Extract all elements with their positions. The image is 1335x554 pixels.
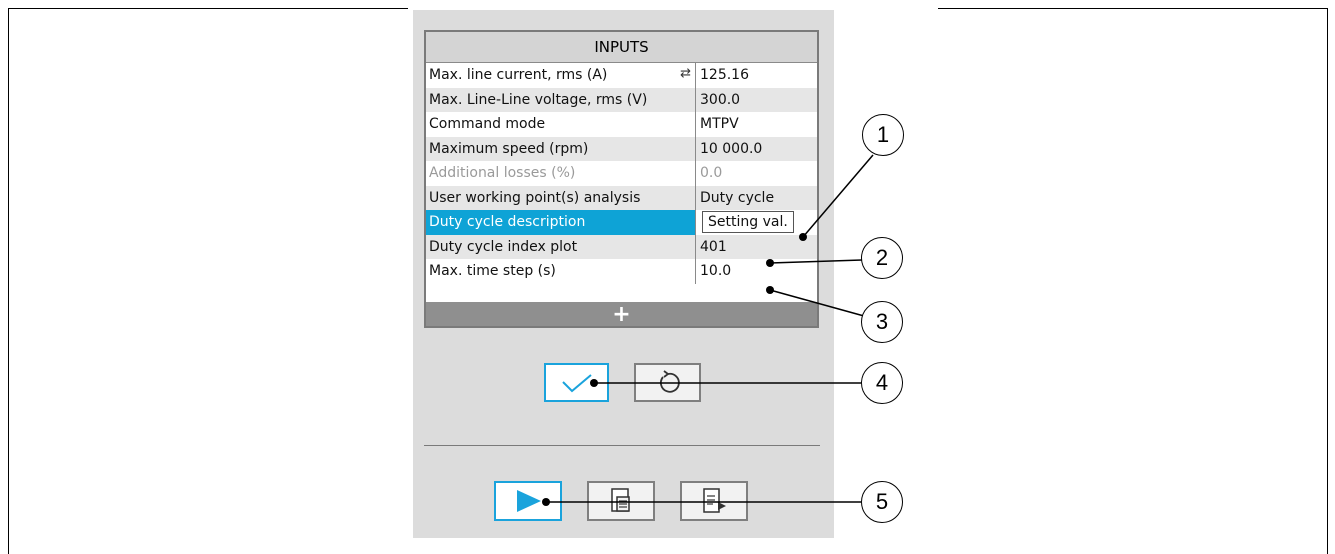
export-button[interactable]: [680, 481, 748, 521]
setting-values-button[interactable]: Setting val.: [702, 211, 794, 234]
row-value: 0.0: [700, 165, 723, 182]
callout-3: 3: [861, 301, 903, 343]
frame-right: [1327, 8, 1328, 554]
row-value[interactable]: MTPV: [696, 112, 817, 137]
validate-button[interactable]: [544, 363, 609, 402]
inputs-header: INPUTS: [426, 32, 817, 63]
play-icon: [517, 490, 541, 512]
row-label: Duty cycle index plot: [426, 234, 696, 259]
row-max-voltage[interactable]: Max. Line-Line voltage, rms (V) 300.0: [426, 87, 817, 113]
row-max-speed[interactable]: Maximum speed (rpm) 10 000.0: [426, 136, 817, 162]
row-label: Duty cycle description: [426, 210, 696, 235]
add-row-button[interactable]: +: [426, 302, 817, 327]
row-additional-losses: Additional losses (%) 0.0: [426, 161, 817, 186]
callout-5: 5: [861, 481, 903, 523]
row-working-point-analysis[interactable]: User working point(s) analysis Duty cycl…: [426, 185, 817, 211]
row-max-line-current[interactable]: Max. line current, rms (A) ⇄ 125.16: [426, 63, 817, 88]
inputs-table: INPUTS Max. line current, rms (A) ⇄ 125.…: [424, 30, 819, 328]
row-duty-cycle-description[interactable]: Duty cycle description Setting val.: [426, 210, 817, 235]
row-value[interactable]: 401: [696, 235, 817, 260]
export-document-icon: [703, 488, 726, 513]
row-value[interactable]: Duty cycle: [696, 186, 817, 211]
separator: [424, 445, 820, 446]
frame-top-right: [938, 8, 1328, 9]
undo-circle-icon: [659, 369, 680, 393]
row-label: Additional losses (%): [426, 161, 696, 186]
row-command-mode[interactable]: Command mode MTPV: [426, 112, 817, 137]
row-value[interactable]: 10 000.0: [696, 137, 817, 162]
row-label: Max. Line-Line voltage, rms (V): [426, 87, 696, 112]
run-button[interactable]: [494, 481, 562, 521]
reset-button[interactable]: [634, 363, 701, 402]
row-duty-cycle-index[interactable]: Duty cycle index plot 401: [426, 234, 817, 260]
row-label: Command mode: [426, 112, 696, 137]
row-value[interactable]: 125.16: [696, 63, 817, 88]
row-label: Maximum speed (rpm): [426, 136, 696, 161]
row-value[interactable]: 10.0: [696, 259, 817, 284]
row-label: Max. line current, rms (A): [429, 67, 608, 84]
document-icon: [611, 488, 630, 512]
row-max-time-step[interactable]: Max. time step (s) 10.0: [426, 259, 817, 284]
checkmark-icon: [561, 373, 592, 392]
row-label: User working point(s) analysis: [426, 185, 696, 210]
callout-2: 2: [861, 237, 903, 279]
callout-4: 4: [861, 362, 903, 404]
row-value[interactable]: 300.0: [696, 88, 817, 113]
row-label: Max. time step (s): [426, 259, 696, 284]
frame-left: [8, 8, 9, 554]
swap-arrows-icon[interactable]: ⇄: [680, 66, 691, 81]
frame-top-left: [8, 8, 408, 9]
report-button[interactable]: [587, 481, 655, 521]
callout-1: 1: [862, 114, 904, 156]
